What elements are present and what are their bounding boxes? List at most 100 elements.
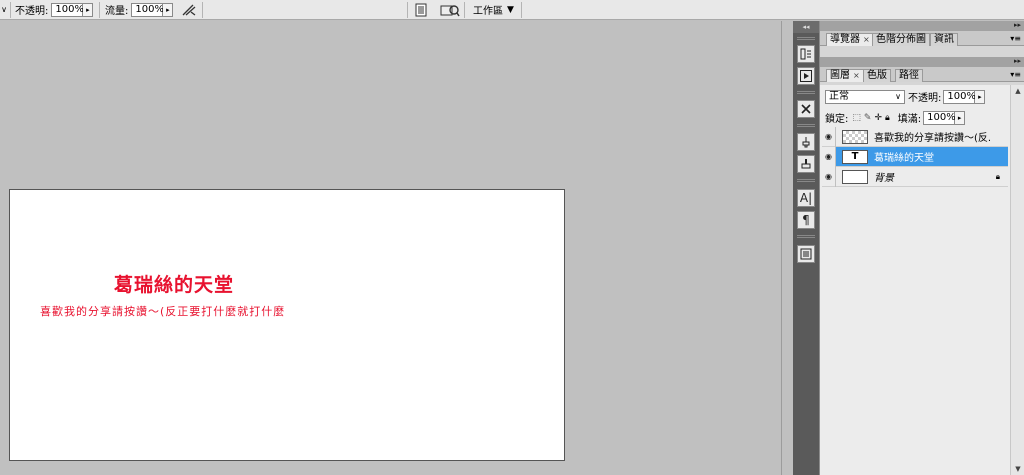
clone-stamp-icon (801, 159, 811, 169)
layer-comps-button[interactable] (797, 245, 815, 263)
blend-mode-value: 正常 (829, 90, 849, 102)
opacity-control: 不透明: 100% ▸ (15, 2, 94, 17)
fill-label: 填滿: (897, 114, 922, 125)
lock-position-icon[interactable]: ✛ (874, 113, 882, 123)
lock-icon: 🔒︎ (995, 171, 1000, 181)
tab-channels-label: 色版 (867, 70, 887, 81)
blend-row: 正常 ∨ 不透明: 100% ▸ (825, 89, 986, 104)
fill-input[interactable]: 100% (923, 110, 956, 125)
layers-panel: 正常 ∨ 不透明: 100% ▸ 鎖定: ⬚ ✎ ✛ 🔒︎ 填滿: 100% ▸… (820, 85, 1024, 475)
panel-group-header[interactable]: ▸▸ (820, 57, 1024, 67)
bridge-button[interactable] (440, 2, 460, 17)
workspace-label: 工作區 (473, 6, 503, 17)
divider (202, 2, 203, 18)
layer-comps-icon (800, 248, 812, 260)
opacity-input[interactable]: 100% (51, 2, 84, 17)
history-panel-button[interactable] (797, 45, 815, 63)
tab-layers-label: 圖層 (830, 70, 850, 81)
scroll-up-icon[interactable]: ▲ (1011, 85, 1024, 97)
paragraph-icon: ¶ (802, 213, 810, 227)
triangle-down-icon: ▼ (507, 4, 514, 15)
brush-preset-dropdown[interactable]: ∨ (0, 2, 8, 17)
workspace-menu[interactable]: 工作區 ▼ (473, 2, 514, 18)
tab-histogram[interactable]: 色階分佈圖 (872, 33, 930, 46)
character-icon: A| (799, 191, 813, 205)
lock-row: 鎖定: ⬚ ✎ ✛ 🔒︎ 填滿: 100% ▸ (825, 110, 966, 125)
layer-thumbnail (842, 129, 868, 144)
tab-navigator[interactable]: 導覽器 × (826, 33, 874, 46)
workspace-edge (781, 21, 793, 475)
layer-name: 背景 (874, 173, 894, 184)
scroll-down-icon[interactable]: ▼ (1011, 463, 1024, 475)
layer-thumbnail (842, 169, 868, 184)
close-icon[interactable]: × (853, 70, 860, 82)
layer-name: 喜歡我的分享請按讚～(反... (874, 133, 992, 144)
flow-slider-arrow[interactable]: ▸ (163, 2, 174, 17)
panels-column: ▸▸ 導覽器 × 色階分佈圖 資訊 ▾≡ ▸▸ 圖層 × 色版 路徑 ▾≡ 正常… (819, 21, 1024, 475)
lock-transparent-icon[interactable]: ⬚ (852, 113, 861, 123)
dock-grip[interactable] (797, 91, 815, 94)
lock-label: 鎖定: (825, 114, 849, 125)
palette-well-button[interactable] (414, 2, 428, 17)
panel-menu-icon[interactable]: ▾≡ (1010, 70, 1021, 79)
airbrush-icon (182, 4, 196, 16)
collapse-icon: ▸▸ (1013, 21, 1021, 29)
layer-opacity-label: 不透明: (908, 93, 942, 104)
tab-channels[interactable]: 色版 (863, 69, 891, 82)
close-icon[interactable]: × (863, 34, 870, 46)
blend-mode-select[interactable]: 正常 ∨ (825, 89, 905, 104)
layer-row-selected[interactable]: ◉ T 葛瑞絲的天堂 (822, 146, 1008, 167)
panel-group-header[interactable]: ▸▸ (820, 21, 1024, 31)
fill-arrow[interactable]: ▸ (955, 110, 966, 125)
panel-menu-icon[interactable]: ▾≡ (1010, 34, 1021, 43)
dock-grip[interactable] (797, 37, 815, 40)
layer-opacity-arrow[interactable]: ▸ (975, 89, 986, 104)
layer-row[interactable]: ◉ 喜歡我的分享請按讚～(反... (822, 126, 1008, 147)
brushes-panel-button[interactable] (797, 133, 815, 151)
canvas-title-text[interactable]: 葛瑞絲的天堂 (114, 270, 234, 297)
tab-paths[interactable]: 路徑 (895, 69, 923, 82)
dock-grip[interactable] (797, 124, 815, 127)
collapse-dock-button[interactable]: ◂◂ (793, 21, 819, 33)
visibility-eye-icon[interactable]: ◉ (822, 146, 836, 167)
layers-scrollbar[interactable]: ▲ ▼ (1010, 85, 1024, 475)
divider (10, 2, 11, 18)
navigator-tab-row: 導覽器 × 色階分佈圖 資訊 ▾≡ (820, 31, 1024, 46)
tab-paths-label: 路徑 (899, 70, 919, 81)
tab-layers[interactable]: 圖層 × (826, 69, 864, 82)
divider (407, 2, 408, 18)
opacity-slider-arrow[interactable]: ▸ (83, 2, 94, 17)
visibility-eye-icon[interactable]: ◉ (822, 126, 836, 147)
layer-row[interactable]: ◉ 背景 🔒︎ (822, 166, 1008, 187)
tab-histogram-label: 色階分佈圖 (876, 34, 926, 45)
flow-input[interactable]: 100% (131, 2, 164, 17)
lock-image-icon[interactable]: ✎ (864, 113, 872, 123)
canvas-subtitle-text[interactable]: 喜歡我的分享請按讚～(反正要打什麼就打什麼 (40, 303, 285, 319)
tools-icon (801, 104, 811, 114)
document-icon (415, 3, 427, 16)
brush-icon (802, 137, 810, 148)
tool-presets-button[interactable] (797, 100, 815, 118)
visibility-eye-icon[interactable]: ◉ (822, 166, 836, 187)
actions-panel-button[interactable] (797, 67, 815, 85)
dock-grip[interactable] (797, 179, 815, 182)
tab-navigator-label: 導覽器 (830, 34, 860, 45)
history-icon (800, 48, 811, 60)
text-layer-thumbnail: T (842, 149, 868, 164)
character-panel-button[interactable]: A| (797, 189, 815, 207)
paragraph-panel-button[interactable]: ¶ (797, 211, 815, 229)
options-bar: ∨ 不透明: 100% ▸ 流量: 100% ▸ 工作區 ▼ (0, 0, 1024, 20)
lock-all-icon[interactable]: 🔒︎ (885, 113, 890, 123)
play-icon (800, 70, 812, 82)
layer-opacity-input[interactable]: 100% (943, 89, 976, 104)
dock-grip[interactable] (797, 235, 815, 238)
document-canvas[interactable]: 葛瑞絲的天堂 喜歡我的分享請按讚～(反正要打什麼就打什麼 (9, 189, 565, 461)
collapse-icon: ▸▸ (1013, 57, 1021, 65)
flow-label: 流量: (105, 6, 129, 17)
divider (521, 2, 522, 18)
tab-info[interactable]: 資訊 (930, 33, 958, 46)
flow-control: 流量: 100% ▸ (105, 2, 174, 17)
airbrush-toggle[interactable] (181, 2, 197, 17)
clone-source-button[interactable] (797, 155, 815, 173)
chevron-down-icon: ∨ (895, 91, 901, 101)
